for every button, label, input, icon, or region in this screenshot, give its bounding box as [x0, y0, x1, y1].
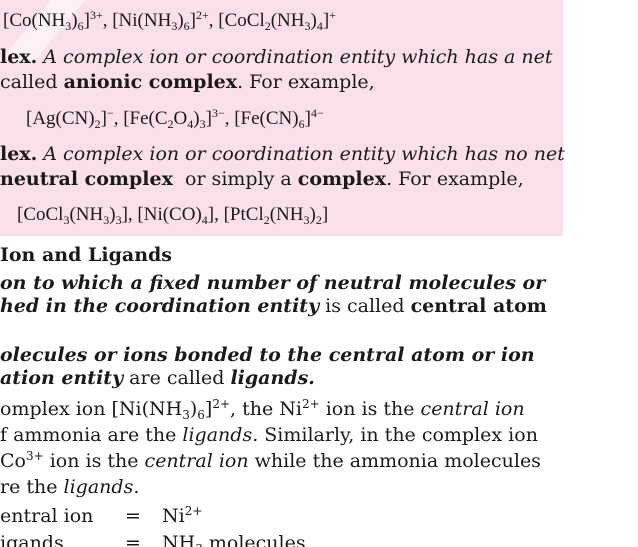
central-atom-definition-line1: on to which a fixed number of neutral mo… — [0, 272, 546, 294]
central-ion-row: entral ion = Ni2+ — [0, 504, 203, 527]
ligands-row: igands=NH3 molecules — [0, 532, 306, 547]
section-heading: Ion and Ligands — [0, 244, 172, 266]
example-paragraph-line3: Co3+ ion is the central ion while the am… — [0, 449, 541, 472]
ligand-definition-line1: olecules or ions bonded to the central a… — [0, 344, 535, 366]
example-paragraph-line2: f ammonia are the ligands. Similarly, in… — [0, 424, 538, 446]
neutral-definition-line1: lex. A complex ion or coordination entit… — [0, 143, 565, 165]
example-paragraph-line1: omplex ion [Ni(NH3)6]2+, the Ni2+ ion is… — [0, 397, 525, 422]
ligand-definition-line2: ation entity are called ligands. — [0, 367, 315, 389]
example-paragraph-line4: re the ligands. — [0, 476, 140, 498]
anionic-definition-line2: called anionic complex. For example, — [0, 71, 375, 93]
anionic-complex-examples: [Ag(CN)2]−, [Fe(C2O4)3]3−, [Fe(CN)6]4− — [26, 106, 324, 131]
cationic-complex-examples: [Co(NH3)6]3+, [Ni(NH3)6]2+, [CoCl2(NH3)4… — [3, 8, 336, 33]
central-atom-definition-line2: hed in the coordination entity is called… — [0, 295, 547, 317]
neutral-definition-line2: neutral complex or simply a complex. For… — [0, 168, 524, 190]
central-atom-definition-line3: . — [0, 318, 7, 330]
anionic-definition-line1: lex. A complex ion or coordination entit… — [0, 46, 553, 68]
neutral-complex-examples: [CoCl3(NH3)3], [Ni(CO)4], [PtCl2(NH3)2] — [17, 204, 329, 227]
